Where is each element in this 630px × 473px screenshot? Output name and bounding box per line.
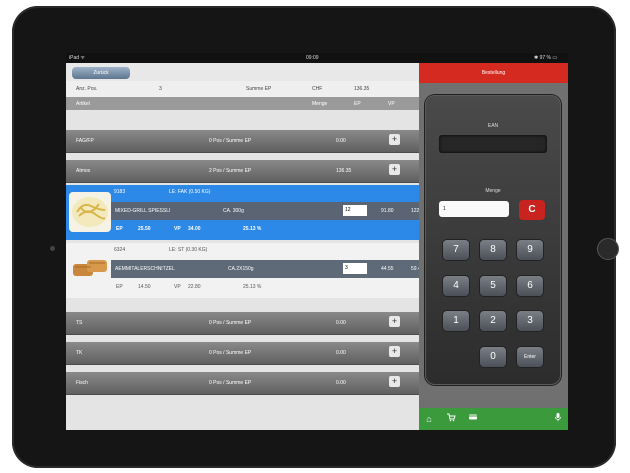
group-row-tk[interactable]: TK 0 Pos / Summe EP 0.00 + bbox=[66, 342, 419, 365]
plus-icon[interactable]: + bbox=[389, 376, 400, 387]
column-header: Artikel Menge EP VP bbox=[66, 97, 419, 110]
currency: CHF bbox=[312, 86, 323, 92]
carrier-text: iPad ᯤ bbox=[69, 55, 85, 61]
product-image bbox=[69, 250, 111, 290]
clock: 09:09 bbox=[306, 55, 319, 61]
summary-row: Anz. Pos. 3 Summe EP CHF 136.35 bbox=[66, 81, 419, 97]
positions-label: Anz. Pos. bbox=[76, 86, 98, 92]
key-8[interactable]: 8 bbox=[480, 240, 506, 260]
positions-value: 3 bbox=[159, 86, 162, 92]
group-summary: 0 Pos / Summe EP bbox=[209, 320, 252, 326]
quantity-field[interactable]: 12 bbox=[343, 205, 367, 216]
group-name: Atmos bbox=[76, 168, 91, 174]
battery: ✱ 97 % ▭ bbox=[534, 55, 558, 61]
group-name: TS bbox=[76, 320, 83, 326]
ep-value: 14.50 bbox=[138, 284, 151, 290]
ep-total: 91.80 bbox=[381, 208, 394, 214]
item-unit: LE: ST (0.30 KG) bbox=[169, 247, 208, 253]
enter-button[interactable]: Enter bbox=[517, 347, 543, 367]
col-qty: Menge bbox=[312, 101, 328, 107]
home-hardware-button[interactable] bbox=[597, 238, 619, 260]
group-row-fagfp[interactable]: FAG/FP 0 Pos / Summe EP 0.00 + bbox=[66, 130, 419, 153]
group-value: 0.00 bbox=[336, 138, 346, 144]
col-article: Artikel bbox=[76, 101, 90, 107]
col-ep: EP bbox=[354, 101, 361, 107]
group-name: FAG/FP bbox=[76, 138, 94, 144]
plus-icon[interactable]: + bbox=[389, 134, 400, 145]
item-size: CA.2X150g bbox=[228, 266, 254, 272]
sum-label: Summe EP bbox=[246, 86, 272, 92]
item-name: MIXED-GRILL SPIESSLI bbox=[115, 208, 171, 214]
vp-label: VP bbox=[174, 284, 181, 290]
plus-icon[interactable]: + bbox=[389, 164, 400, 175]
plus-icon[interactable]: + bbox=[389, 316, 400, 327]
key-6[interactable]: 6 bbox=[517, 276, 543, 296]
product-image bbox=[69, 192, 111, 232]
back-button[interactable]: Zurück bbox=[72, 67, 130, 79]
camera bbox=[50, 246, 55, 251]
group-value: 136.35 bbox=[336, 168, 352, 174]
card-icon[interactable] bbox=[466, 412, 480, 426]
group-name: TK bbox=[76, 350, 83, 356]
key-2[interactable]: 2 bbox=[480, 311, 506, 331]
ean-label: EAN bbox=[487, 123, 499, 129]
group-value: 0.00 bbox=[336, 320, 346, 326]
key-7[interactable]: 7 bbox=[443, 240, 469, 260]
item-name: AEMMITALERSCHNITZEL bbox=[115, 266, 175, 272]
status-bar: iPad ᯤ 09:09 ✱ 97 % ▭ bbox=[66, 53, 568, 63]
cart-icon[interactable] bbox=[444, 412, 458, 426]
screen: iPad ᯤ 09:09 ✱ 97 % ▭ Zurück Anz. Pos. 3… bbox=[66, 53, 568, 430]
item-unit: LE: FAK (0.50 KG) bbox=[169, 189, 211, 195]
key-1[interactable]: 1 bbox=[443, 311, 469, 331]
key-4[interactable]: 4 bbox=[443, 276, 469, 296]
order-title: Bestellung bbox=[419, 63, 568, 83]
vp-label: VP bbox=[174, 226, 181, 232]
key-5[interactable]: 5 bbox=[480, 276, 506, 296]
ep-label: EP bbox=[116, 284, 123, 290]
list-item[interactable]: 9183 LE: FAK (0.50 KG) MIXED-GRILL SPIES… bbox=[66, 185, 451, 240]
microphone-icon[interactable] bbox=[551, 412, 565, 426]
group-value: 0.00 bbox=[336, 350, 346, 356]
key-9[interactable]: 9 bbox=[517, 240, 543, 260]
col-vp: VP bbox=[388, 101, 395, 107]
margin-value: 25.13 % bbox=[243, 284, 262, 290]
ep-total: 44.55 bbox=[381, 266, 394, 272]
quantity-field[interactable]: 3 bbox=[343, 263, 367, 274]
ean-field[interactable] bbox=[439, 135, 547, 153]
item-detail-bar: AEMMITALERSCHNITZEL CA.2X150g 3 44.55 59… bbox=[111, 260, 451, 278]
item-detail-bar: MIXED-GRILL SPIESSLI CA. 300g 12 91.80 1… bbox=[111, 202, 451, 220]
item-code: 9183 bbox=[114, 189, 126, 195]
order-panel: Bestellung EAN Menge 1 C 7 8 9 4 5 6 1 2… bbox=[419, 63, 568, 430]
margin-value: 25.13 % bbox=[243, 226, 262, 232]
group-row-fisch[interactable]: Fisch 0 Pos / Summe EP 0.00 + bbox=[66, 372, 419, 395]
group-row-ts[interactable]: TS 0 Pos / Summe EP 0.00 + bbox=[66, 312, 419, 335]
group-summary: 0 Pos / Summe EP bbox=[209, 350, 252, 356]
list-item[interactable]: 6324 LE: ST (0.30 KG) AEMMITALERSCHNITZE… bbox=[66, 243, 451, 298]
ep-value: 25.50 bbox=[138, 226, 151, 232]
ep-label: EP bbox=[116, 226, 123, 232]
group-summary: 0 Pos / Summe EP bbox=[209, 138, 252, 144]
keypad-panel: EAN Menge 1 C 7 8 9 4 5 6 1 2 3 0 Enter bbox=[425, 95, 561, 385]
plus-icon[interactable]: + bbox=[389, 346, 400, 357]
vp-value: 22.80 bbox=[188, 284, 201, 290]
group-row-atmos[interactable]: Atmos 2 Pos / Summe EP 136.35 + bbox=[66, 160, 419, 183]
menge-field[interactable]: 1 bbox=[439, 201, 509, 217]
home-icon[interactable]: ⌂ bbox=[422, 412, 436, 426]
menge-label: Menge bbox=[485, 188, 501, 194]
top-toolbar: Zurück bbox=[66, 63, 419, 81]
item-code: 6324 bbox=[114, 247, 126, 253]
item-size: CA. 300g bbox=[223, 208, 244, 214]
clear-button[interactable]: C bbox=[519, 200, 545, 220]
group-name: Fisch bbox=[76, 380, 88, 386]
sum-value: 136.35 bbox=[354, 86, 370, 92]
group-summary: 2 Pos / Summe EP bbox=[209, 168, 252, 174]
key-0[interactable]: 0 bbox=[480, 347, 506, 367]
bottom-toolbar: ⌂ bbox=[419, 408, 568, 430]
key-3[interactable]: 3 bbox=[517, 311, 543, 331]
group-summary: 0 Pos / Summe EP bbox=[209, 380, 252, 386]
group-value: 0.00 bbox=[336, 380, 346, 386]
article-panel: Zurück Anz. Pos. 3 Summe EP CHF 136.35 A… bbox=[66, 63, 451, 430]
vp-value: 34.00 bbox=[188, 226, 201, 232]
